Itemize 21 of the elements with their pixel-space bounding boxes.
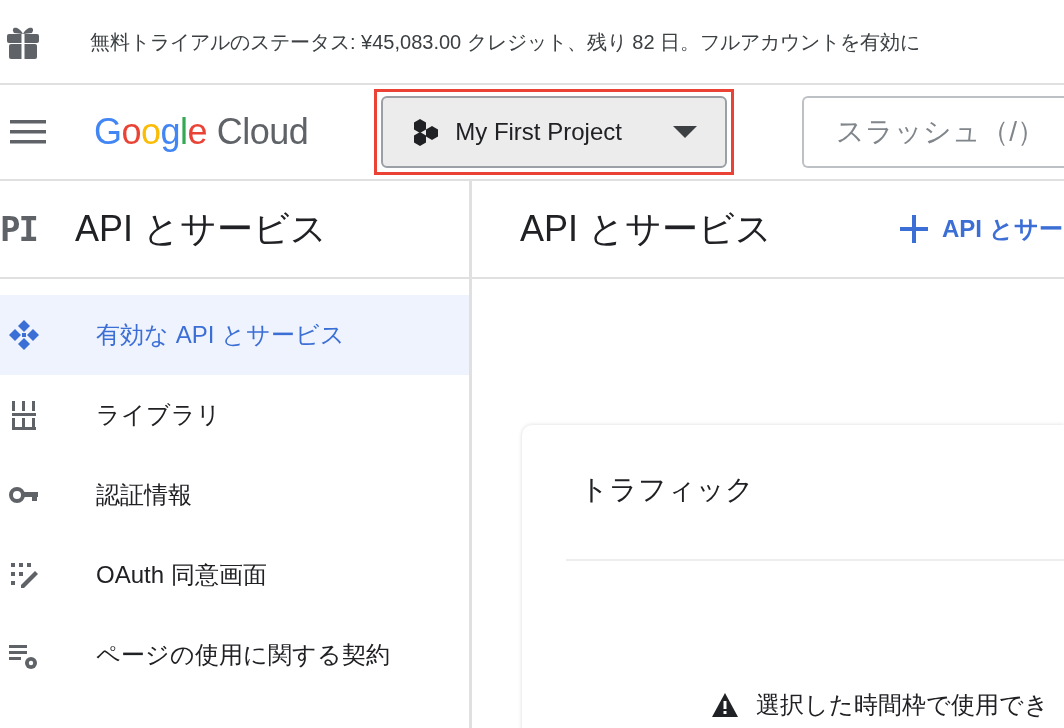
google-cloud-logo[interactable]: Google Cloud <box>94 105 309 159</box>
warning-text: 選択した時間枠で使用でき <box>756 690 1049 720</box>
search-field[interactable]: スラッシュ（/） <box>802 96 1064 168</box>
sidebar-item[interactable]: 有効な API とサービス <box>0 295 469 375</box>
project-selector[interactable]: My First Project <box>381 96 728 168</box>
sidebar-item[interactable]: OAuth 同意画面 <box>0 535 469 615</box>
caret-icon <box>673 126 698 138</box>
trial-status-text: 無料トライアルのステータス: ¥45,083.00 クレジット、残り 82 日。フルアカウントを有効に <box>90 29 921 55</box>
add-api-button[interactable]: API とサー <box>900 211 1063 247</box>
page-title: API とサービス <box>520 207 773 251</box>
sidebar-item[interactable]: ライブラリ <box>0 375 469 455</box>
diamond-grid-icon <box>8 319 40 351</box>
api-badge-text: PI <box>0 212 37 246</box>
sidebar-title: API とサービス <box>74 207 327 251</box>
sidebar-item[interactable]: 認証情報 <box>0 455 469 535</box>
sidebar-item[interactable]: ページの使用に関する契約 <box>0 615 469 695</box>
warning-icon <box>712 693 738 717</box>
card-title: トラフィック <box>579 473 755 507</box>
plus-icon <box>900 215 929 243</box>
hexagons-icon <box>411 118 440 146</box>
menu-icon[interactable] <box>10 120 46 144</box>
